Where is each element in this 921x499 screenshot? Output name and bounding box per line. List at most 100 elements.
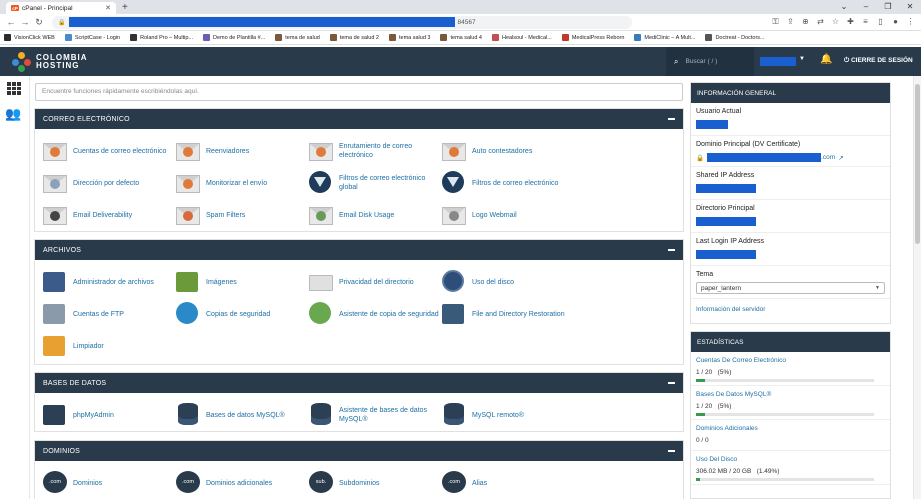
bookmark-item[interactable]: Roland Pro – Multip... (130, 34, 193, 41)
theme-select[interactable]: paper_lantern ▼ (696, 282, 885, 294)
feature-link[interactable]: phpMyAdmin (43, 399, 176, 431)
feature-link[interactable]: Copias de seguridad (176, 298, 309, 330)
bookmark-label: VisionClick WEB (14, 34, 55, 41)
feature-link[interactable]: Cuentas de FTP (43, 298, 176, 330)
domain-suffix[interactable]: .com (821, 154, 835, 161)
zoom-icon[interactable]: ⊕ (799, 17, 812, 27)
feature-link[interactable]: .com Dominios (43, 467, 176, 499)
bookmark-star-icon[interactable]: ☆ (829, 17, 842, 27)
forward-arrow-icon[interactable]: → (18, 17, 32, 27)
feature-label: Asistente de bases de datos MySQL® (339, 407, 427, 423)
bookmark-item[interactable]: ScriptCase - Login (64, 34, 120, 41)
bookmark-item[interactable]: tema salud 4 (440, 34, 482, 41)
menu-icon[interactable]: ⋮ (904, 17, 917, 27)
tab-close-icon[interactable]: ✕ (105, 4, 111, 12)
minimize-icon[interactable]: – (855, 0, 877, 14)
stat-row: Dominios Adicionales 0 / 0 (691, 420, 890, 451)
collapse-icon[interactable] (668, 249, 675, 251)
feature-link[interactable]: Uso del disco (442, 266, 575, 298)
collapse-icon[interactable] (668, 382, 675, 384)
feature-link[interactable]: Filtros de correo electrónico global (309, 167, 442, 199)
feature-link[interactable]: Asistente de copia de seguridad (309, 298, 442, 330)
chevron-down-icon[interactable]: ⌄ (833, 0, 855, 14)
alias-icon: .com (442, 471, 466, 495)
stat-value: 306.02 MB / 20 GB (1.49%) (696, 468, 780, 475)
bookmark-item[interactable]: MediClinic – A Mult... (634, 34, 695, 41)
stat-label[interactable]: Uso Del Disco (696, 456, 885, 463)
bookmark-item[interactable]: Doctreat - Doctors... (705, 34, 765, 41)
grid-icon[interactable] (7, 82, 22, 95)
browser-tab[interactable]: cP cPanel - Principal ✕ (6, 2, 116, 14)
stat-label[interactable]: Dominios Adicionales (696, 425, 885, 432)
feature-link[interactable]: Monitorizar el envío (176, 167, 309, 199)
key-icon[interactable]: ⚿ (769, 17, 782, 27)
feature-link[interactable]: Imágenes (176, 266, 309, 298)
new-tab-icon[interactable]: + (122, 2, 128, 14)
bookmark-item[interactable]: Healsoul - Medical... (491, 34, 552, 41)
feature-link[interactable]: Reenviadores (176, 135, 309, 167)
panel-header[interactable]: BASES DE DATOS (35, 373, 683, 393)
reading-list-icon[interactable]: ≡ (859, 17, 872, 27)
feature-link[interactable]: Privacidad del directorio (309, 266, 442, 298)
bookmark-item[interactable]: Demo de Plantilla #... (203, 34, 265, 41)
bookmark-item[interactable]: tema de salud (275, 34, 320, 41)
close-window-icon[interactable]: ✕ (899, 0, 921, 14)
maximize-icon[interactable]: ❐ (877, 0, 899, 14)
collapse-icon[interactable] (668, 450, 675, 452)
feature-search-input[interactable]: Encuentre funciones rápidamente escribié… (35, 83, 683, 101)
feature-link[interactable]: File and Directory Restoration (442, 298, 575, 330)
feature-link[interactable]: Logo Webmail (442, 199, 575, 231)
extension-icon[interactable]: ✚ (844, 17, 857, 27)
translate-icon[interactable]: ⇄ (814, 17, 827, 27)
feature-link[interactable]: Bases de datos MySQL® (176, 399, 309, 431)
feature-link[interactable]: Enrutamiento de correo electrónico (309, 135, 442, 167)
feature-link[interactable]: Asistente de bases de datos MySQL® (309, 399, 442, 431)
feature-link[interactable]: Administrador de archivos (43, 266, 176, 298)
bookmark-item[interactable]: tema de salud 2 (329, 34, 379, 41)
caret-down-icon[interactable]: ▼ (799, 56, 805, 62)
logout-button[interactable]: ⏻ CIERRE DE SESIÓN (844, 57, 913, 65)
sidebar-icon[interactable]: ▯ (874, 17, 887, 27)
feature-link[interactable]: Filtros de correo electrónico (442, 167, 575, 199)
profile-icon[interactable]: ● (889, 17, 902, 27)
images-icon (176, 270, 200, 294)
feature-label: Filtros de correo electrónico (472, 179, 559, 187)
feature-link[interactable]: Spam Filters (176, 199, 309, 231)
feature-link[interactable]: sub. Subdominios (309, 467, 442, 499)
feature-label: Dominios adicionales (206, 479, 273, 487)
collapse-icon[interactable] (668, 118, 675, 120)
page-scrollbar[interactable] (913, 76, 921, 499)
back-arrow-icon[interactable]: ← (4, 17, 18, 27)
feature-link[interactable]: MySQL remoto® (442, 399, 575, 431)
header-search-input[interactable]: ⌕ Buscar ( / ) (666, 47, 754, 76)
feature-link[interactable]: Email Disk Usage (309, 199, 442, 231)
reload-icon[interactable]: ↻ (32, 17, 46, 28)
panel-header[interactable]: CORREO ELECTRÓNICO (35, 109, 683, 129)
share-icon[interactable]: ⇪ (784, 17, 797, 27)
panel-header[interactable]: DOMINIOS (35, 441, 683, 461)
bookmark-item[interactable]: VisionClick WEB (4, 34, 55, 41)
logo[interactable]: COLOMBIA HOSTING (12, 51, 88, 72)
feature-link[interactable]: Cuentas de correo electrónico (43, 135, 176, 167)
scrollbar-thumb[interactable] (915, 84, 920, 244)
feature-link[interactable]: Dirección por defecto (43, 167, 176, 199)
stat-label[interactable]: Bases De Datos MySQL® (696, 391, 885, 398)
domains-panel: DOMINIOS .com Dominios .com Dominios adicio… (34, 440, 684, 499)
panel-header[interactable]: ARCHIVOS (35, 240, 683, 260)
url-field[interactable]: 🔒 84567 (52, 15, 632, 29)
feature-link[interactable]: Limpiador (43, 330, 176, 362)
feature-link[interactable]: Email Deliverability (43, 199, 176, 231)
bookmark-item[interactable]: MedicalPress Reborn (561, 34, 624, 41)
external-link-icon[interactable]: ↗ (838, 154, 843, 162)
feature-link[interactable]: .com Alias (442, 467, 575, 499)
users-icon[interactable]: 👥 (5, 106, 21, 122)
feature-link[interactable]: .com Dominios adicionales (176, 467, 309, 499)
spam-filter-icon (176, 203, 200, 227)
bookmark-label: Demo de Plantilla #... (213, 34, 266, 41)
server-info-link[interactable]: Información del servidor (696, 306, 765, 313)
bookmark-item[interactable]: tema salud 3 (388, 34, 430, 41)
stat-label[interactable]: Cuentas De Correo Electrónico (696, 357, 885, 364)
feature-link[interactable]: Auto contestadores (442, 135, 575, 167)
bell-icon[interactable]: 🔔 (820, 54, 832, 65)
user-menu[interactable] (760, 57, 796, 66)
